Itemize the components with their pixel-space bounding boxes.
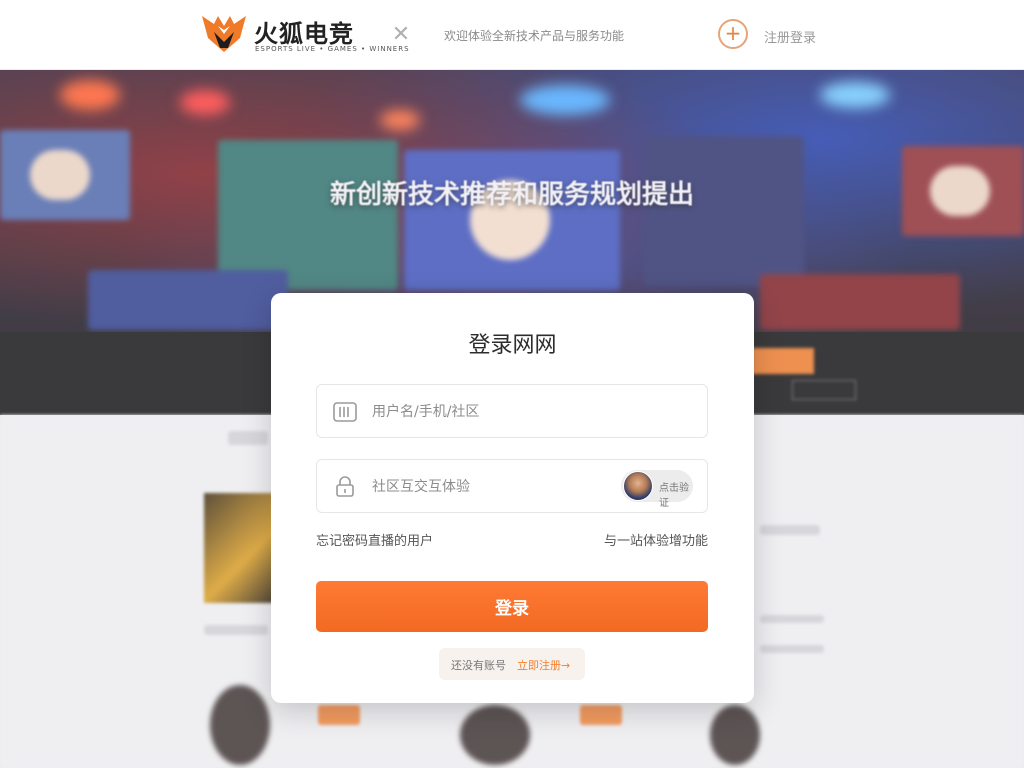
captcha-avatar [623,471,653,501]
password-input[interactable] [372,474,622,500]
username-input[interactable] [372,399,622,425]
brand-name: 火狐电竞 [254,20,354,48]
captcha-label: 点击验证 [659,483,689,509]
header-action-link[interactable]: 注册登录 [764,27,816,46]
register-prompt: 还没有账号 立即注册→ [439,648,585,680]
login-button[interactable]: 登录 [316,581,708,632]
register-link[interactable]: 立即注册→ [517,657,570,673]
forgot-password-link[interactable]: 忘记密码直播的用户 [316,530,433,549]
username-field[interactable] [316,384,708,438]
fox-logo-icon[interactable] [200,12,248,54]
brand-subtitle: ESPORTS LIVE • GAMES • WINNERS [255,45,410,53]
captcha-button[interactable]: 点击验证 [621,470,693,509]
lock-icon [333,476,357,498]
header-tagline: 欢迎体验全新技术产品与服务功能 [444,29,625,43]
plus-icon[interactable]: + [718,19,748,49]
register-prompt-label: 还没有账号 [451,659,506,672]
user-icon [333,401,357,423]
login-title: 登录网网 [468,333,557,358]
top-header: 火狐电竞 ESPORTS LIVE • GAMES • WINNERS ✕ 欢迎… [0,0,1024,70]
quick-login-link[interactable]: 与一站体验增功能 [604,530,708,549]
login-modal: 登录网网 点击验证 忘记密码直播的用户 与一站体验增功能 登录 [271,293,754,703]
close-icon[interactable]: ✕ [390,24,412,46]
password-field[interactable]: 点击验证 [316,459,708,513]
